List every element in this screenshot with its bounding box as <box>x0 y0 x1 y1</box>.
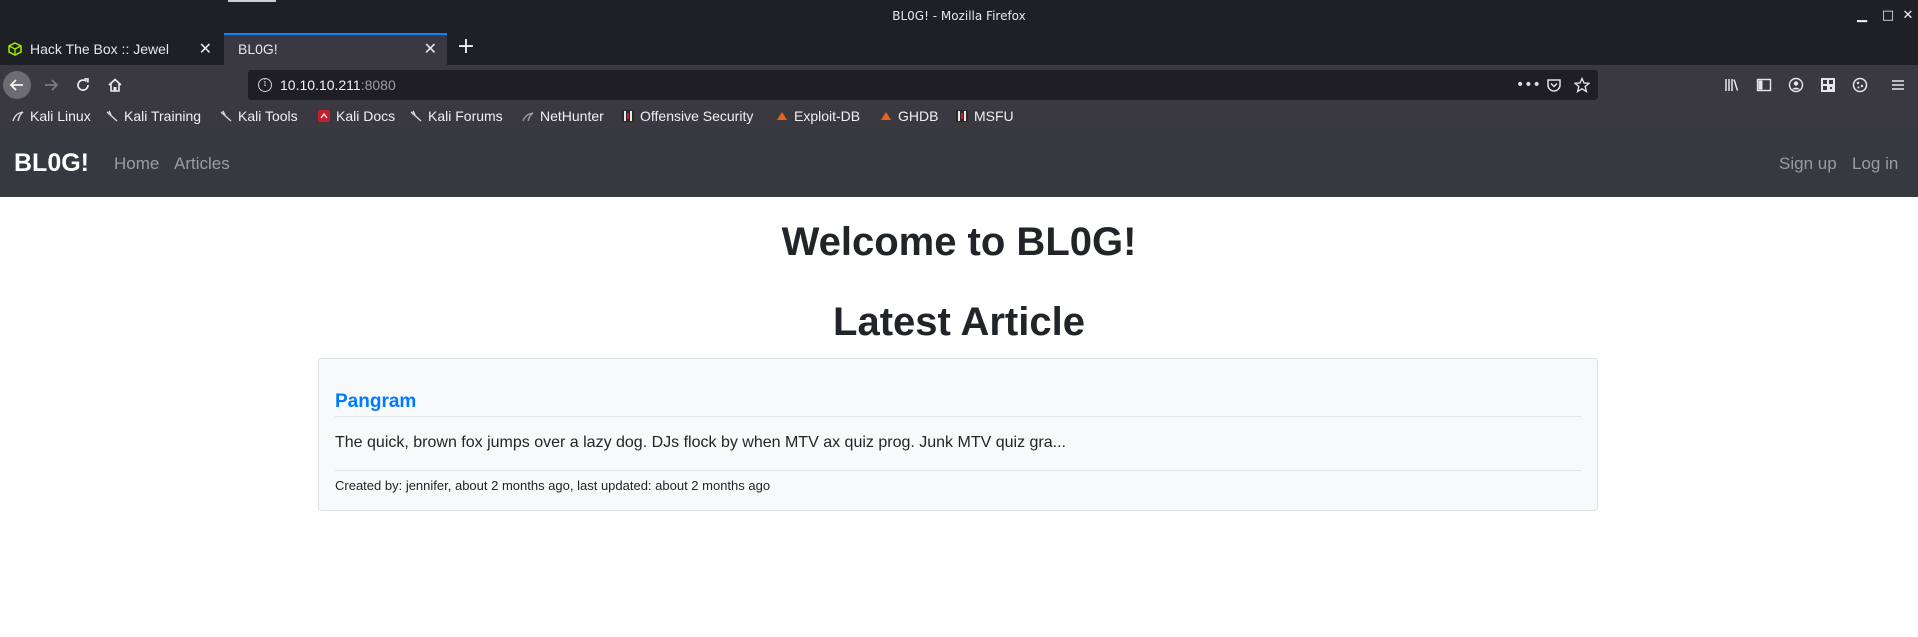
cookie-extension-icon[interactable] <box>1850 75 1870 95</box>
reload-icon <box>77 77 89 91</box>
home-icon <box>108 78 122 92</box>
new-tab-button[interactable]: + <box>454 36 478 60</box>
back-button[interactable] <box>3 71 31 99</box>
back-arrow-icon <box>9 79 23 91</box>
close-window-button[interactable]: ✕ <box>1899 8 1917 24</box>
ghdb-icon <box>881 112 891 120</box>
kali-dragon-icon <box>410 110 422 122</box>
page-title: Welcome to BL0G! <box>781 220 1137 264</box>
hackthebox-cube-icon <box>8 42 22 56</box>
url-host: 10.10.10.211 <box>280 77 361 93</box>
article-meta: Created by: jennifer, about 2 months ago… <box>335 478 771 493</box>
site-navbar: BL0G! Home Articles Sign up Log in <box>0 130 1918 197</box>
bookmark-offensive-security[interactable]: Offensive Security <box>622 108 753 127</box>
bookmark-exploit-db[interactable]: Exploit-DB <box>776 108 860 127</box>
account-icon[interactable] <box>1786 75 1806 95</box>
msfu-icon <box>956 110 968 122</box>
library-icon[interactable] <box>1722 75 1742 95</box>
article-title-link[interactable]: Pangram <box>335 391 416 413</box>
tab-strip: Hack The Box :: Jewel ✕ BL0G! ✕ + <box>0 33 1918 65</box>
site-info-icon[interactable]: i <box>258 78 272 92</box>
forward-arrow-icon <box>45 79 59 91</box>
bookmark-kali-linux[interactable]: Kali Linux <box>12 108 91 127</box>
window-accent-mark <box>228 0 276 2</box>
site-brand[interactable]: BL0G! <box>14 149 89 178</box>
kali-docs-icon <box>318 110 330 122</box>
navigation-toolbar: i 10.10.10.211:8080 ••• <box>0 65 1918 105</box>
article-card: Pangram The quick, brown fox jumps over … <box>318 358 1598 511</box>
url-text: 10.10.10.211:8080 <box>280 77 396 93</box>
url-port: :8080 <box>360 77 396 93</box>
offsec-icon <box>622 110 634 122</box>
qr-extension-icon[interactable] <box>1818 75 1838 95</box>
close-tab-icon[interactable]: ✕ <box>424 39 437 59</box>
tab-hackthebox[interactable]: Hack The Box :: Jewel ✕ <box>0 33 222 65</box>
minimize-button[interactable]: ▁ <box>1853 8 1871 24</box>
sidebar-icon[interactable] <box>1754 75 1774 95</box>
bookmark-kali-training[interactable]: Kali Training <box>106 108 201 127</box>
kali-dragon-icon <box>106 110 118 122</box>
window-titlebar: BL0G! - Mozilla Firefox ▁ □ ✕ <box>0 0 1918 33</box>
url-bar[interactable]: i 10.10.10.211:8080 ••• <box>248 70 1598 100</box>
bookmark-msfu[interactable]: MSFU <box>956 108 1014 127</box>
pocket-icon[interactable] <box>1544 75 1564 95</box>
bookmark-kali-forums[interactable]: Kali Forums <box>410 108 503 127</box>
article-excerpt: The quick, brown fox jumps over a lazy d… <box>335 434 1066 451</box>
section-heading: Latest Article <box>833 300 1085 344</box>
kali-dragon-icon <box>220 110 232 122</box>
home-button[interactable] <box>101 71 129 99</box>
divider <box>335 470 1581 471</box>
bookmark-kali-docs[interactable]: Kali Docs <box>318 108 395 127</box>
nethunter-icon <box>522 112 534 122</box>
nav-link-sign-up[interactable]: Sign up <box>1779 154 1837 174</box>
nav-link-log-in[interactable]: Log in <box>1852 154 1898 174</box>
window-title: BL0G! - Mozilla Firefox <box>892 9 1026 23</box>
nav-link-home[interactable]: Home <box>114 154 159 174</box>
bookmark-star-icon[interactable] <box>1572 75 1592 95</box>
tab-label: Hack The Box :: Jewel <box>30 41 170 57</box>
nav-link-articles[interactable]: Articles <box>174 154 230 174</box>
bookmarks-toolbar: Kali Linux Kali Training Kali Tools Kali… <box>0 105 1918 130</box>
bookmark-nethunter[interactable]: NetHunter <box>522 108 604 127</box>
tab-blog[interactable]: BL0G! ✕ <box>224 33 447 65</box>
exploitdb-icon <box>777 112 787 120</box>
menu-hamburger-icon[interactable] <box>1888 75 1908 95</box>
tab-label: BL0G! <box>238 41 278 57</box>
kali-dragon-icon <box>12 111 24 122</box>
forward-button[interactable] <box>37 71 65 99</box>
reload-button[interactable] <box>69 71 97 99</box>
maximize-button[interactable]: □ <box>1879 8 1897 24</box>
bookmark-kali-tools[interactable]: Kali Tools <box>220 108 298 127</box>
divider <box>335 416 1581 417</box>
close-tab-icon[interactable]: ✕ <box>199 39 212 59</box>
bookmark-ghdb[interactable]: GHDB <box>880 108 938 127</box>
page-actions-icon[interactable]: ••• <box>1516 75 1541 95</box>
